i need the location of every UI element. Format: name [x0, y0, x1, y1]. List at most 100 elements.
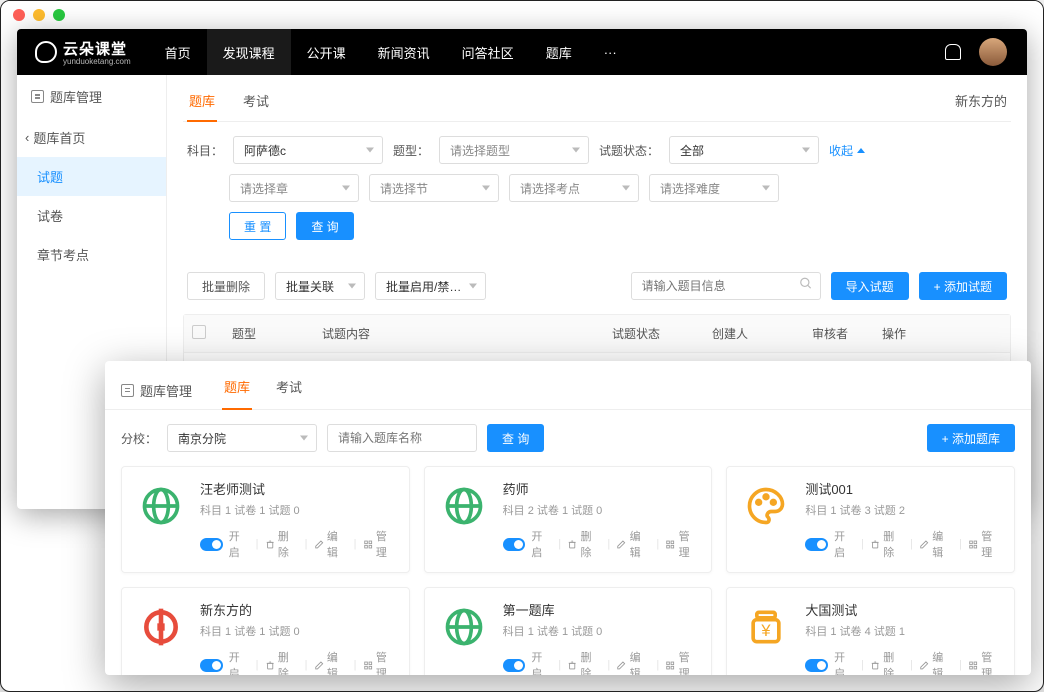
th-status: 试题状态 [612, 325, 712, 342]
toggle-label: 开启 [229, 649, 250, 675]
sidebar-title-text: 题库管理 [50, 87, 102, 106]
card-edit[interactable]: 编辑 [616, 649, 650, 675]
search-icon[interactable] [799, 277, 813, 296]
max-dot[interactable] [53, 9, 65, 21]
doc-icon [31, 90, 44, 103]
chapter-select[interactable]: 请选择章 [229, 174, 359, 202]
globe-green-icon [437, 479, 491, 533]
tab-bank[interactable]: 题库 [187, 85, 217, 122]
card-edit[interactable]: 编辑 [616, 528, 650, 560]
sidebar-item-papers[interactable]: 试卷 [17, 196, 166, 235]
add-question-button[interactable]: + 添加试题 [919, 272, 1007, 300]
nav-open[interactable]: 公开课 [291, 29, 362, 75]
svg-text:¥: ¥ [761, 622, 772, 640]
nav-home[interactable]: 首页 [149, 29, 207, 75]
toggle-on[interactable] [503, 659, 526, 672]
win2-title: 题库管理 [121, 381, 192, 400]
card-actions: 开启 | 删除 | 编辑 | 管理 [503, 649, 700, 675]
card-meta: 科目 1 试卷 4 试题 1 [805, 623, 1002, 639]
card-edit[interactable]: 编辑 [314, 649, 348, 675]
nav-news[interactable]: 新闻资讯 [362, 29, 446, 75]
card-delete[interactable]: 删除 [870, 649, 904, 675]
win2-header: 题库管理 题库 考试 [105, 361, 1031, 410]
card-edit[interactable]: 编辑 [314, 528, 348, 560]
card-delete[interactable]: 删除 [567, 649, 601, 675]
point-select[interactable]: 请选择考点 [509, 174, 639, 202]
min-dot[interactable] [33, 9, 45, 21]
difficulty-select[interactable]: 请选择难度 [649, 174, 779, 202]
reset-button[interactable]: 重 置 [229, 212, 286, 240]
toggle-label: 开启 [834, 649, 855, 675]
card-actions: 开启 | 删除 | 编辑 | 管理 [805, 528, 1002, 560]
toggle-on[interactable] [503, 538, 526, 551]
subject-select[interactable]: 阿萨德c [233, 136, 383, 164]
branch-select[interactable]: 南京分院 [167, 424, 317, 452]
bulk-link-select[interactable]: 批量关联 [275, 272, 365, 300]
card-delete[interactable]: 删除 [870, 528, 904, 560]
bulk-delete-button[interactable]: 批量删除 [187, 272, 265, 300]
caret-up-icon [857, 148, 865, 153]
card-manage[interactable]: 管理 [363, 528, 397, 560]
card-manage[interactable]: 管理 [665, 528, 699, 560]
nav-bank[interactable]: 题库 [530, 29, 588, 75]
search-input[interactable] [631, 272, 821, 300]
section-select[interactable]: 请选择节 [369, 174, 499, 202]
bank-cards: 汪老师测试 科目 1 试卷 1 试题 0 开启 | 删除 | 编辑 | 管理 药… [105, 466, 1031, 675]
card-manage[interactable]: 管理 [968, 649, 1002, 675]
card-delete[interactable]: 删除 [265, 528, 299, 560]
win2-tab-bank[interactable]: 题库 [222, 371, 252, 410]
sidebar-back[interactable]: ‹ 题库首页 [17, 118, 166, 157]
import-button[interactable]: 导入试题 [831, 272, 909, 300]
toggle-on[interactable] [200, 659, 223, 672]
card-actions: 开启 | 删除 | 编辑 | 管理 [200, 528, 397, 560]
sidebar-item-chapters[interactable]: 章节考点 [17, 235, 166, 274]
collapse-link[interactable]: 收起 [829, 142, 865, 159]
card-manage[interactable]: 管理 [968, 528, 1002, 560]
toggle-on[interactable] [805, 659, 828, 672]
bank-name-input[interactable] [327, 424, 477, 452]
card-delete[interactable]: 删除 [265, 649, 299, 675]
win2-tab-exam[interactable]: 考试 [274, 371, 304, 409]
type-select[interactable]: 请选择题型 [439, 136, 589, 164]
card-manage[interactable]: 管理 [665, 649, 699, 675]
win2-query-button[interactable]: 查 询 [487, 424, 544, 452]
query-button[interactable]: 查 询 [296, 212, 353, 240]
th-type: 题型 [232, 325, 322, 342]
bank-card: 药师 科目 2 试卷 1 试题 0 开启 | 删除 | 编辑 | 管理 [424, 466, 713, 573]
sidebar-item-questions[interactable]: 试题 [17, 157, 166, 196]
bell-icon[interactable] [945, 44, 961, 60]
bulk-toolbar: 批量删除 批量关联 批量启用/禁… 导入试题 + 添加试题 [183, 264, 1011, 308]
brand-sub: yunduoketang.com [63, 57, 131, 66]
brand-name: 云朵课堂 [63, 41, 127, 58]
tab-exam[interactable]: 考试 [241, 85, 271, 121]
card-manage[interactable]: 管理 [363, 649, 397, 675]
card-edit[interactable]: 编辑 [919, 649, 953, 675]
th-content: 试题内容 [322, 325, 612, 342]
card-title: 测试001 [805, 479, 1002, 498]
nav-qa[interactable]: 问答社区 [446, 29, 530, 75]
card-meta: 科目 1 试卷 1 试题 0 [200, 623, 397, 639]
table-header: 题型 试题内容 试题状态 创建人 审核者 操作 [184, 315, 1010, 352]
card-edit[interactable]: 编辑 [919, 528, 953, 560]
bulk-toggle-select[interactable]: 批量启用/禁… [375, 272, 486, 300]
header-checkbox[interactable] [192, 325, 206, 339]
avatar[interactable] [979, 38, 1007, 66]
brand[interactable]: 云朵课堂 yunduoketang.com [17, 38, 149, 66]
toggle-on[interactable] [805, 538, 828, 551]
close-dot[interactable] [13, 9, 25, 21]
status-select[interactable]: 全部 [669, 136, 819, 164]
globe-green-icon [437, 600, 491, 654]
toggle-label: 开启 [531, 528, 552, 560]
card-title: 大国测试 [805, 600, 1002, 619]
toggle-label: 开启 [531, 649, 552, 675]
nav-more[interactable]: ··· [588, 29, 633, 75]
toggle-on[interactable] [200, 538, 223, 551]
bank-card: ¥ 大国测试 科目 1 试卷 4 试题 1 开启 | 删除 | 编辑 | 管理 [726, 587, 1015, 675]
ring-red-icon [134, 600, 188, 654]
card-delete[interactable]: 删除 [567, 528, 601, 560]
card-actions: 开启 | 删除 | 编辑 | 管理 [805, 649, 1002, 675]
nav-discover[interactable]: 发现课程 [207, 29, 291, 75]
mac-titlebar [1, 1, 1043, 29]
add-bank-button[interactable]: + 添加题库 [927, 424, 1015, 452]
th-reviewer: 审核者 [812, 325, 882, 342]
